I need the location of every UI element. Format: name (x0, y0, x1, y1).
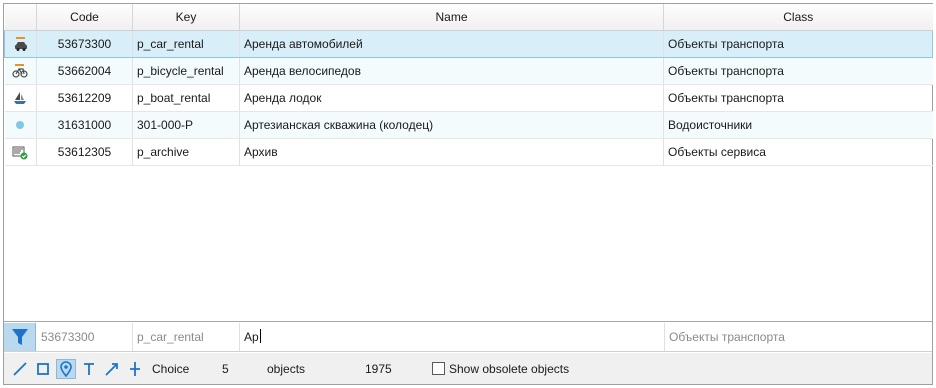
row-code: 53612209 (36, 84, 133, 112)
filter-button[interactable] (4, 323, 36, 351)
choice-label: Choice (152, 362, 190, 376)
column-header-class[interactable]: Class (663, 4, 933, 31)
column-header-name[interactable]: Name (239, 4, 664, 31)
filter-code-hint[interactable]: 53673300 (37, 323, 133, 351)
row-icon-cell (4, 57, 37, 85)
show-obsolete-checkbox[interactable] (432, 362, 445, 375)
objects-table: Code Key Name Class 53673300 p_car_renta… (4, 4, 933, 322)
row-name: Архив (239, 138, 664, 166)
row-key: 301-000-P (132, 111, 240, 139)
row-class: Объекты сервиса (663, 138, 933, 166)
choice-count: 5 (222, 362, 229, 376)
filter-class-hint[interactable]: Объекты транспорта (664, 323, 932, 351)
funnel-icon (11, 329, 28, 345)
total-count: 1975 (365, 362, 392, 376)
row-code: 53673300 (36, 29, 133, 58)
arrow-tool-button[interactable] (102, 359, 122, 379)
filter-name-input[interactable]: Ар (240, 323, 664, 351)
text-tool-button[interactable] (79, 359, 99, 379)
row-icon-cell (4, 29, 37, 58)
filter-key-hint[interactable]: p_car_rental (133, 323, 240, 351)
table-row[interactable]: 53673300 p_car_rental Аренда автомобилей… (4, 29, 933, 58)
row-name: Аренда велосипедов (239, 57, 664, 85)
row-name: Аренда лодок (239, 84, 664, 112)
row-class: Водоисточники (663, 111, 933, 139)
row-icon-cell (4, 84, 37, 112)
table-row[interactable]: 53612209 p_boat_rental Аренда лодок Объе… (4, 84, 933, 112)
cross-tool-button[interactable] (125, 359, 145, 379)
row-icon-cell (4, 138, 37, 166)
row-icon-cell (4, 111, 37, 139)
table-header: Code Key Name Class (4, 4, 933, 31)
row-key: p_boat_rental (132, 84, 240, 112)
row-code: 53662004 (36, 57, 133, 85)
row-key: p_archive (132, 138, 240, 166)
text-tool-icon (84, 363, 94, 375)
column-header-icon[interactable] (4, 4, 37, 31)
filter-name-value: Ар (244, 330, 259, 344)
archive-icon (12, 146, 28, 159)
status-bar: Choice 5 objects 1975 Show obsolete obje… (4, 353, 932, 384)
objects-label: objects (267, 362, 306, 376)
object-selection-window: Code Key Name Class 53673300 p_car_renta… (3, 3, 933, 385)
car-rental-icon (14, 36, 27, 51)
show-obsolete-label[interactable]: Show obsolete objects (449, 362, 569, 376)
column-header-key[interactable]: Key (132, 4, 240, 31)
table-row[interactable]: 53662004 p_bicycle_rental Аренда велосип… (4, 57, 933, 85)
boat-rental-icon (14, 91, 27, 104)
arrow-tool-icon (105, 363, 118, 376)
rectangle-tool-icon (37, 363, 49, 375)
rectangle-tool-button[interactable] (33, 359, 53, 379)
row-code: 53612305 (36, 138, 133, 166)
point-tool-button[interactable] (56, 359, 76, 379)
line-tool-button[interactable] (10, 359, 30, 379)
line-tool-icon (13, 362, 27, 376)
table-row[interactable]: 31631000 301-000-P Артезианская скважина… (4, 111, 933, 139)
row-name: Артезианская скважина (колодец) (239, 111, 664, 139)
table-row[interactable]: 53612305 p_archive Архив Объекты сервиса (4, 138, 933, 166)
row-code: 31631000 (36, 111, 133, 139)
water-well-icon (16, 120, 25, 129)
row-key: p_bicycle_rental (132, 57, 240, 85)
row-key: p_car_rental (132, 29, 240, 58)
row-name: Аренда автомобилей (239, 29, 664, 58)
cross-tool-icon (130, 362, 140, 376)
row-class: Объекты транспорта (663, 29, 933, 58)
row-class: Объекты транспорта (663, 57, 933, 85)
row-class: Объекты транспорта (663, 84, 933, 112)
text-caret (259, 329, 261, 343)
bicycle-rental-icon (12, 63, 28, 78)
filter-row: 53673300 p_car_rental Ар Объекты транспо… (4, 323, 932, 352)
column-header-code[interactable]: Code (36, 4, 133, 31)
point-tool-icon (60, 361, 72, 377)
